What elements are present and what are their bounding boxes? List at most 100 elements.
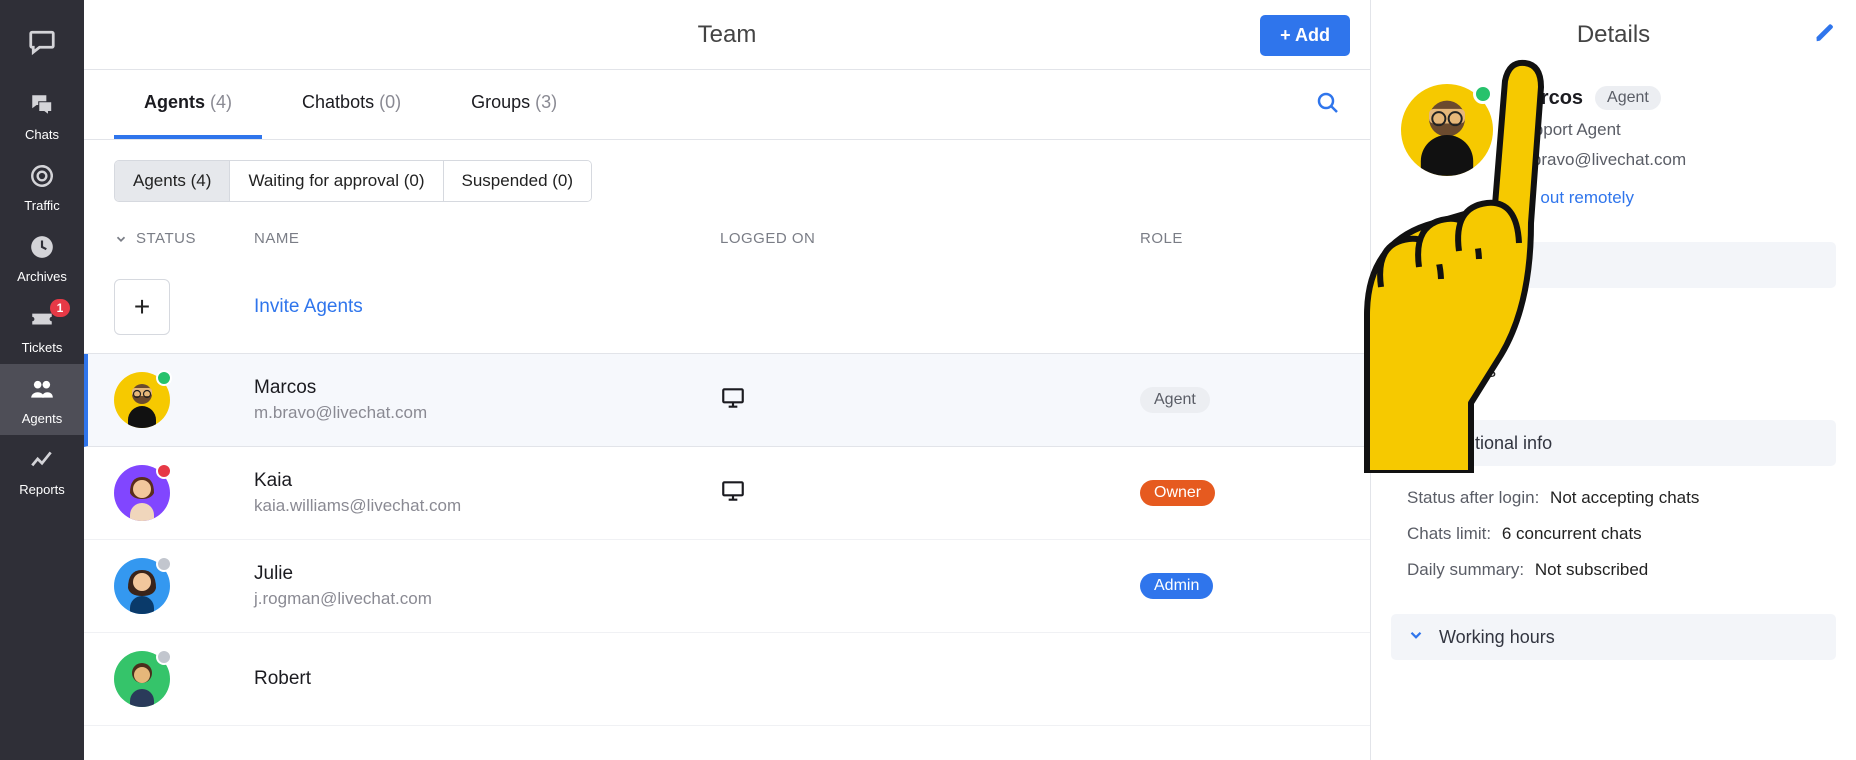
- sidebar-label: Archives: [17, 270, 67, 283]
- agent-email: j.rogman@livechat.com: [254, 589, 720, 609]
- tab-agents[interactable]: Agents (4): [114, 70, 262, 139]
- agents-icon: [29, 376, 55, 406]
- filter-suspended[interactable]: Suspended (0): [444, 161, 592, 201]
- reports-icon: [29, 447, 55, 477]
- groups-list: G General S Sales: [1391, 288, 1836, 412]
- avatar: [114, 372, 170, 428]
- info-val: Not accepting chats: [1550, 488, 1699, 507]
- search-icon[interactable]: [1316, 91, 1340, 119]
- sidebar-item-archives[interactable]: Archives: [0, 222, 84, 293]
- avatar: [114, 465, 170, 521]
- role-badge: Admin: [1140, 573, 1213, 599]
- tab-count: (0): [379, 92, 401, 112]
- tab-count: (3): [535, 92, 557, 112]
- pencil-icon[interactable]: [1814, 22, 1836, 48]
- sidebar-item-chats[interactable]: Chats: [0, 80, 84, 151]
- avatar: [114, 558, 170, 614]
- profile-subtitle: Support Agent: [1513, 120, 1826, 140]
- group-item[interactable]: G General: [1407, 302, 1820, 348]
- chats-icon: [29, 92, 55, 122]
- status-dot-online: [1473, 84, 1493, 104]
- agent-email: m.bravo@livechat.com: [254, 403, 720, 423]
- info-key: Chats limit:: [1407, 524, 1491, 543]
- plus-icon: +: [114, 279, 170, 335]
- role-badge: Owner: [1140, 480, 1215, 506]
- sidebar-logo[interactable]: [0, 10, 84, 80]
- info-row: Status after login: Not accepting chats: [1407, 480, 1820, 516]
- sidebar: Chats Traffic Archives 1 Tickets Agent: [0, 0, 84, 760]
- clock-icon: [29, 234, 55, 264]
- sidebar-item-tickets[interactable]: 1 Tickets: [0, 293, 84, 364]
- invite-agents-row[interactable]: + Invite Agents: [84, 261, 1370, 354]
- role-badge: Agent: [1140, 387, 1210, 413]
- section-title: Working hours: [1439, 627, 1555, 648]
- details-panel: Details Marcos Agent Support Agent m.bra…: [1371, 0, 1856, 760]
- col-header-name[interactable]: NAME: [254, 230, 720, 247]
- tab-label: Groups: [471, 92, 530, 112]
- sidebar-label: Reports: [19, 483, 65, 496]
- tab-label: Chatbots: [302, 92, 374, 112]
- section-hours-header[interactable]: Working hours: [1391, 614, 1836, 660]
- sidebar-label: Traffic: [24, 199, 59, 212]
- sidebar-label: Agents: [22, 412, 62, 425]
- info-key: Daily summary:: [1407, 560, 1524, 579]
- group-chip: S: [1407, 356, 1437, 386]
- filter-agents[interactable]: Agents (4): [115, 161, 230, 201]
- profile-email: m.bravo@livechat.com: [1513, 150, 1826, 170]
- info-row: Daily summary: Not subscribed: [1407, 552, 1820, 588]
- chevron-down-icon: [1407, 432, 1425, 454]
- group-label: General: [1451, 315, 1515, 336]
- sidebar-item-agents[interactable]: Agents: [0, 364, 84, 435]
- agent-row[interactable]: Kaia kaia.williams@livechat.com Owner: [84, 447, 1370, 540]
- main-panel: Team + Add Agents (4) Chatbots (0) Group…: [84, 0, 1371, 760]
- chevron-down-icon: [1407, 254, 1425, 276]
- sidebar-label: Tickets: [22, 341, 63, 354]
- filter-waiting[interactable]: Waiting for approval (0): [230, 161, 443, 201]
- info-val: Not subscribed: [1535, 560, 1648, 579]
- info-row: Chats limit: 6 concurrent chats: [1407, 516, 1820, 552]
- sidebar-item-traffic[interactable]: Traffic: [0, 151, 84, 222]
- section-additional-header[interactable]: Additional info: [1391, 420, 1836, 466]
- sidebar-badge: 1: [50, 299, 70, 317]
- add-button[interactable]: + Add: [1260, 15, 1350, 56]
- chevron-down-icon: [1407, 626, 1425, 648]
- col-header-logged[interactable]: LOGGED ON: [720, 230, 1140, 247]
- tab-count: (4): [210, 92, 232, 112]
- status-dot-online: [156, 370, 172, 386]
- avatar: [1401, 84, 1493, 176]
- tab-groups[interactable]: Groups (3): [441, 70, 587, 139]
- agent-row[interactable]: Julie j.rogman@livechat.com Admin: [84, 540, 1370, 633]
- tab-label: Agents: [144, 92, 205, 112]
- sidebar-label: Chats: [25, 128, 59, 141]
- traffic-icon: [29, 163, 55, 193]
- details-header: Details: [1391, 0, 1836, 70]
- agent-row[interactable]: Marcos m.bravo@livechat.com Agent: [84, 354, 1370, 447]
- group-chip: G: [1407, 310, 1437, 340]
- sidebar-item-reports[interactable]: Reports: [0, 435, 84, 506]
- section-groups-header[interactable]: Groups: [1391, 242, 1836, 288]
- agent-row[interactable]: Robert: [84, 633, 1370, 726]
- agent-email: kaia.williams@livechat.com: [254, 496, 720, 516]
- profile-role-badge: Agent: [1595, 86, 1661, 110]
- entity-tabs: Agents (4) Chatbots (0) Groups (3): [84, 70, 1370, 140]
- invite-link: Invite Agents: [254, 296, 720, 318]
- page-title: Team: [698, 21, 757, 49]
- chat-bubble-icon: [27, 26, 57, 60]
- logout-remotely-link[interactable]: log out remotely: [1513, 188, 1634, 208]
- page-header: Team + Add: [84, 0, 1370, 70]
- agent-name: Julie: [254, 563, 720, 585]
- status-dot-offline: [156, 649, 172, 665]
- col-label: STATUS: [136, 230, 196, 247]
- group-item[interactable]: S Sales: [1407, 348, 1820, 394]
- tab-chatbots[interactable]: Chatbots (0): [272, 70, 431, 139]
- desktop-icon: [720, 491, 746, 508]
- col-header-status[interactable]: STATUS: [114, 230, 254, 247]
- agent-name: Marcos: [254, 377, 720, 399]
- table-header: STATUS NAME LOGGED ON ROLE: [84, 222, 1370, 261]
- info-key: Status after login:: [1407, 488, 1539, 507]
- col-header-role[interactable]: ROLE: [1140, 230, 1340, 247]
- chevron-down-icon: [114, 232, 128, 246]
- filter-segment: Agents (4) Waiting for approval (0) Susp…: [84, 140, 1370, 222]
- additional-info-list: Status after login: Not accepting chats …: [1391, 466, 1836, 606]
- desktop-icon: [720, 398, 746, 415]
